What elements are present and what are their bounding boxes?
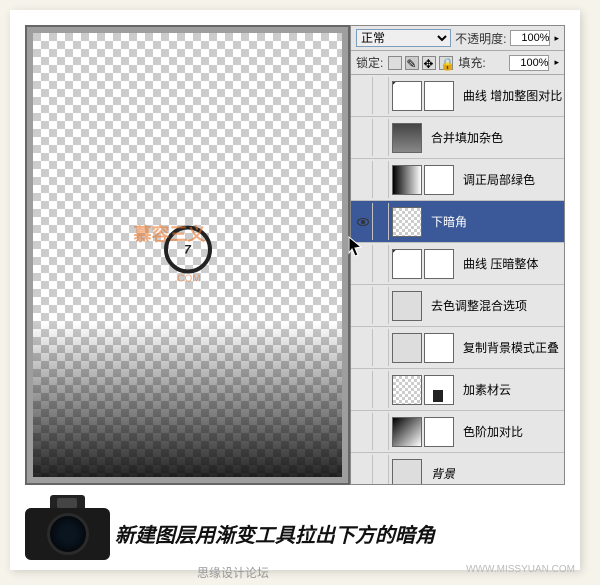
layer-name-label[interactable]: 色阶加对比 [457,423,523,440]
layer-name-label[interactable]: 去色调整混合选项 [425,297,527,314]
layer-mask-thumb[interactable] [424,165,454,195]
layer-thumb[interactable] [392,417,422,447]
visibility-toggle[interactable] [353,413,373,450]
link-column[interactable] [373,413,389,450]
fill-input[interactable] [509,55,549,71]
lock-icons-group: ✎ ✥ 🔒 [388,56,453,70]
layers-lock-row: 锁定: ✎ ✥ 🔒 填充: ▸ [351,51,564,75]
layer-thumb[interactable] [392,249,422,279]
blend-mode-select[interactable]: 正常 [356,29,451,47]
layer-thumbnails [389,123,425,153]
link-column[interactable] [373,245,389,282]
watermark-sub: .COM [164,274,212,285]
layers-panel: 正常 不透明度: ▸ 锁定: ✎ ✥ 🔒 填充: ▸ 曲线 增加整图对比合并填加… [350,25,565,485]
layer-thumbnails [389,291,425,321]
step-caption: 新建图层用渐变工具拉出下方的暗角 [115,519,435,548]
lock-label: 锁定: [356,54,383,71]
layer-name-label[interactable]: 合并填加杂色 [425,129,503,146]
watermark-brand: 慕容三义 [134,221,206,247]
link-column[interactable] [373,77,389,114]
visibility-toggle[interactable] [353,371,373,408]
lock-transparency-icon[interactable] [388,56,402,70]
photoshop-ui: 慕容三义 7 .COM 正常 不透明度: ▸ 锁定: ✎ ✥ [25,25,565,485]
layer-row[interactable]: 色阶加对比 [351,411,564,453]
link-column[interactable] [373,371,389,408]
link-column[interactable] [373,455,389,484]
layer-mask-thumb[interactable] [424,417,454,447]
page-footer: 思缘设计论坛 WWW.MISSYUAN.COM [0,564,600,581]
layer-row[interactable]: 加素材云 [351,369,564,411]
layer-thumb[interactable] [392,375,422,405]
link-column[interactable] [373,203,389,240]
lock-pixels-icon[interactable]: ✎ [405,56,419,70]
layer-row[interactable]: 背景 [351,453,564,484]
layer-thumb[interactable] [392,123,422,153]
pointer-arrow-icon [347,235,363,262]
visibility-toggle[interactable] [353,287,373,324]
layer-name-label[interactable]: 背景 [425,465,455,482]
layer-thumb[interactable] [392,165,422,195]
layer-row[interactable]: 合并填加杂色 [351,117,564,159]
camera-decoration [25,495,110,560]
layer-mask-thumb[interactable] [424,333,454,363]
link-column[interactable] [373,119,389,156]
layer-row[interactable]: 调正局部绿色 [351,159,564,201]
screenshot-card: 慕容三义 7 .COM 正常 不透明度: ▸ 锁定: ✎ ✥ [10,10,580,570]
layer-row[interactable]: 去色调整混合选项 [351,285,564,327]
footer-url: WWW.MISSYUAN.COM [466,564,575,575]
dropdown-icon[interactable]: ▸ [554,57,559,68]
layer-name-label[interactable]: 调正局部绿色 [457,171,535,188]
layer-name-label[interactable]: 加素材云 [457,381,511,398]
opacity-input[interactable] [510,30,550,46]
layer-row[interactable]: 曲线 增加整图对比 [351,75,564,117]
visibility-toggle[interactable] [353,455,373,484]
layer-thumb[interactable] [392,207,422,237]
layer-thumbnails [389,165,457,195]
layer-thumb[interactable] [392,291,422,321]
layer-thumbnails [389,375,457,405]
layer-row[interactable]: 下暗角 [351,201,564,243]
layer-mask-thumb[interactable] [424,81,454,111]
footer-site-name: 思缘设计论坛 [197,566,269,580]
layer-thumbnails [389,459,425,485]
visibility-toggle[interactable] [353,329,373,366]
layer-name-label[interactable]: 复制背景模式正叠 [457,339,559,356]
document-canvas-frame: 慕容三义 7 .COM [25,25,350,485]
layer-thumb[interactable] [392,81,422,111]
layer-thumbnails [389,333,457,363]
step-watermark: 慕容三义 7 .COM [164,226,212,285]
layer-mask-thumb[interactable] [424,249,454,279]
step-number-badge: 7 [164,226,212,274]
layer-mask-thumb[interactable] [424,375,454,405]
layers-panel-header: 正常 不透明度: ▸ [351,26,564,51]
dropdown-icon[interactable]: ▸ [554,33,559,44]
layer-thumb[interactable] [392,459,422,485]
document-canvas[interactable]: 慕容三义 7 .COM [33,33,342,477]
layer-row[interactable]: 曲线 压暗整体 [351,243,564,285]
layer-list[interactable]: 曲线 增加整图对比合并填加杂色调正局部绿色下暗角曲线 压暗整体去色调整混合选项复… [351,75,564,484]
layer-thumbnails [389,417,457,447]
layer-thumbnails [389,249,457,279]
fill-label: 填充: [458,54,485,71]
layer-thumb[interactable] [392,333,422,363]
layer-row[interactable]: 复制背景模式正叠 [351,327,564,369]
layer-thumbnails [389,81,457,111]
layer-thumbnails [389,207,425,237]
lock-all-icon[interactable]: 🔒 [439,56,453,70]
link-column[interactable] [373,329,389,366]
eye-icon [357,218,369,226]
layer-name-label[interactable]: 下暗角 [425,213,467,230]
link-column[interactable] [373,161,389,198]
lock-position-icon[interactable]: ✥ [422,56,436,70]
layer-name-label[interactable]: 曲线 压暗整体 [457,255,538,272]
visibility-toggle[interactable] [353,161,373,198]
opacity-label: 不透明度: [455,30,506,47]
visibility-toggle[interactable] [353,77,373,114]
link-column[interactable] [373,287,389,324]
visibility-toggle[interactable] [353,119,373,156]
layer-name-label[interactable]: 曲线 增加整图对比 [457,87,562,104]
